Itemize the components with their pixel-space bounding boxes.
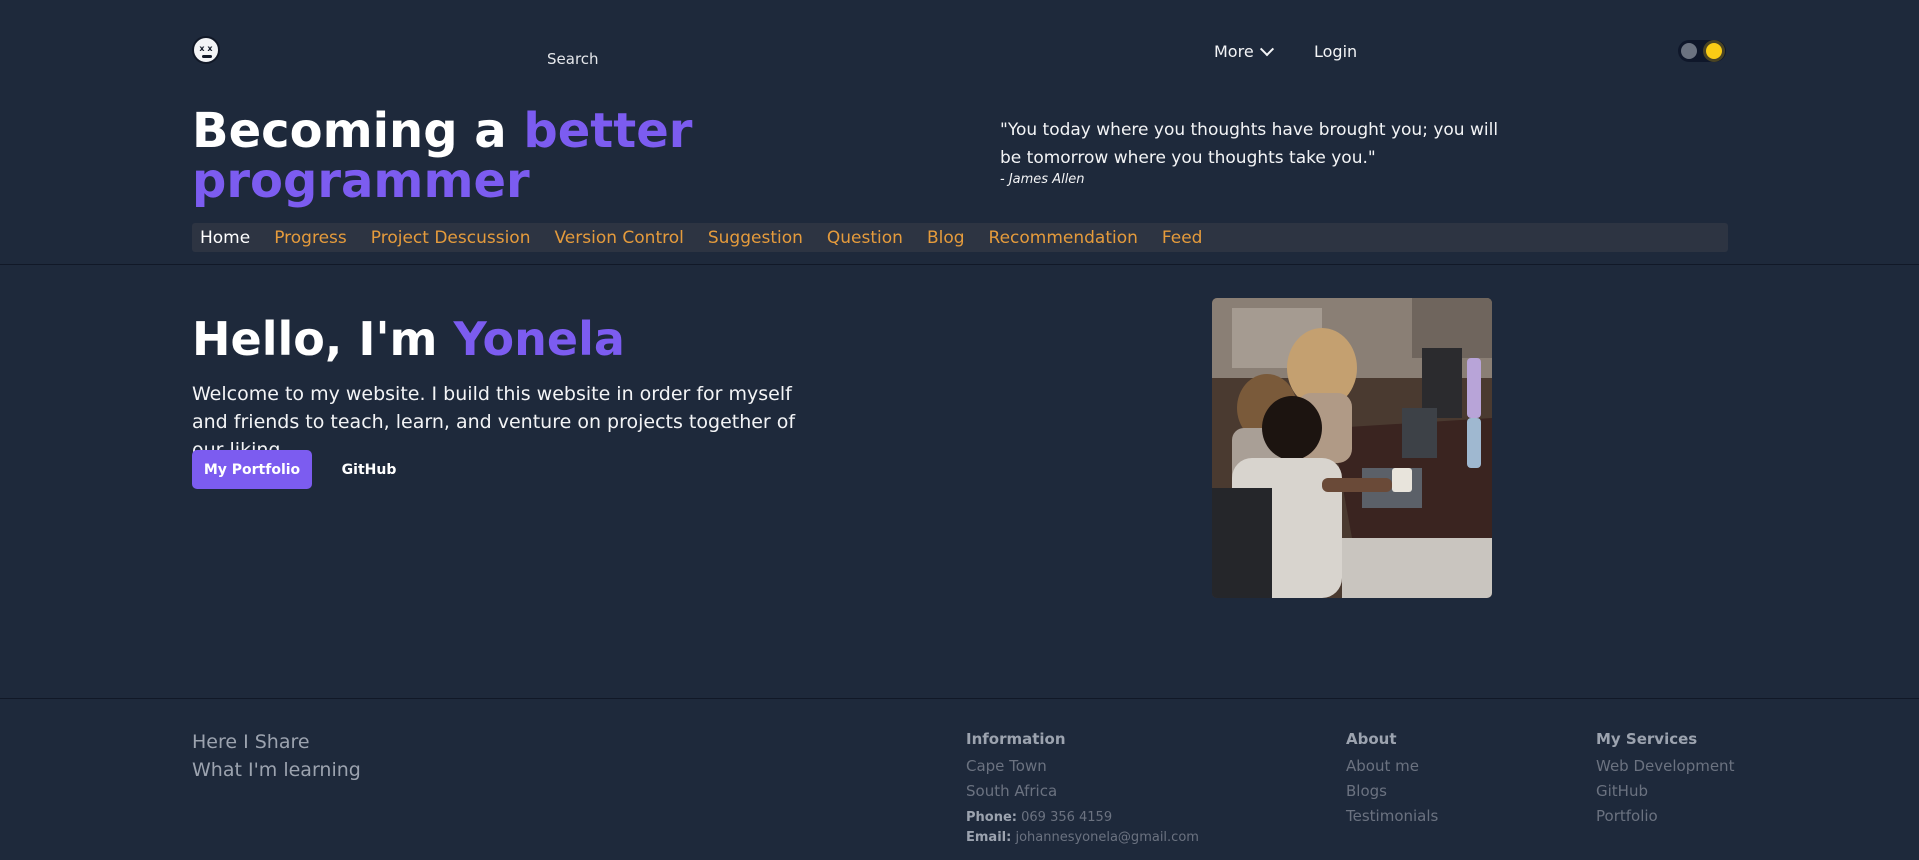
intro-name: Yonela [453,312,625,366]
email-value[interactable]: johannesyonela@gmail.com [1015,830,1199,845]
web-development-link[interactable]: Web Development [1596,754,1734,779]
blogs-link[interactable]: Blogs [1346,779,1438,804]
footer-tagline: Here I Share What I'm learning [192,728,361,784]
github-button[interactable]: GitHub [330,450,408,489]
more-label: More [1214,42,1254,61]
footer-divider [0,698,1919,699]
tagline-line-2: What I'm learning [192,759,361,781]
phone-line: Phone: 069 356 4159 [966,808,1199,828]
services-heading: My Services [1596,730,1698,748]
main-nav: Home Progress Project Descussion Version… [192,223,1728,252]
title-text: Becoming a [192,103,524,159]
nav-item-project-discussion[interactable]: Project Descussion [371,228,531,248]
top-bar: x x Search More Login [0,0,1919,100]
nav-item-blog[interactable]: Blog [927,228,965,248]
greeting-text: Hello, I'm [192,312,454,366]
sun-icon [1706,43,1722,59]
theme-toggle[interactable] [1678,40,1726,62]
portfolio-link[interactable]: Portfolio [1596,804,1734,829]
quote-author: - James Allen [1000,172,1085,187]
search-link[interactable]: Search [547,50,599,68]
footer-information: Information Cape Town South Africa Phone… [966,730,1199,848]
nav-item-feed[interactable]: Feed [1162,228,1203,248]
city-text: Cape Town [966,757,1047,775]
phone-value: 069 356 4159 [1021,810,1113,825]
nav-item-home[interactable]: Home [200,228,250,248]
logo-eye-icon: x [199,44,205,53]
about-heading: About [1346,730,1397,748]
portfolio-button[interactable]: My Portfolio [192,450,312,489]
more-dropdown[interactable]: More [1214,41,1274,61]
nav-item-recommendation[interactable]: Recommendation [989,228,1138,248]
page-title: Becoming a better programmer [192,106,692,206]
footer-about: About About me Blogs Testimonials [1346,730,1438,829]
team-photo [1212,298,1492,598]
title-accent: better [523,103,693,159]
nav-item-question[interactable]: Question [827,228,903,248]
nav-item-progress[interactable]: Progress [274,228,347,248]
email-line: Email: johannesyonela@gmail.com [966,828,1199,848]
logo-eye-icon: x [207,44,213,53]
github-link[interactable]: GitHub [1596,779,1734,804]
phone-label: Phone: [966,810,1017,825]
testimonials-link[interactable]: Testimonials [1346,804,1438,829]
nav-item-suggestion[interactable]: Suggestion [708,228,803,248]
toggle-knob-icon [1681,43,1697,59]
about-me-link[interactable]: About me [1346,754,1438,779]
header-divider [0,264,1919,265]
team-photo-image [1212,298,1492,598]
quote-text: "You today where you thoughts have broug… [1000,120,1499,168]
tagline-line-1: Here I Share [192,731,310,753]
logo-icon[interactable]: x x [192,36,220,64]
email-label: Email: [966,830,1012,845]
information-heading: Information [966,730,1066,748]
logo-mouth-icon [202,55,212,58]
chevron-down-icon [1259,41,1274,56]
login-link[interactable]: Login [1314,42,1357,61]
footer-services: My Services Web Development GitHub Portf… [1596,730,1734,829]
intro-heading: Hello, I'm Yonela [192,313,625,365]
nav-item-version-control[interactable]: Version Control [554,228,683,248]
title-accent-second: programmer [192,153,530,209]
country-text: South Africa [966,782,1058,800]
